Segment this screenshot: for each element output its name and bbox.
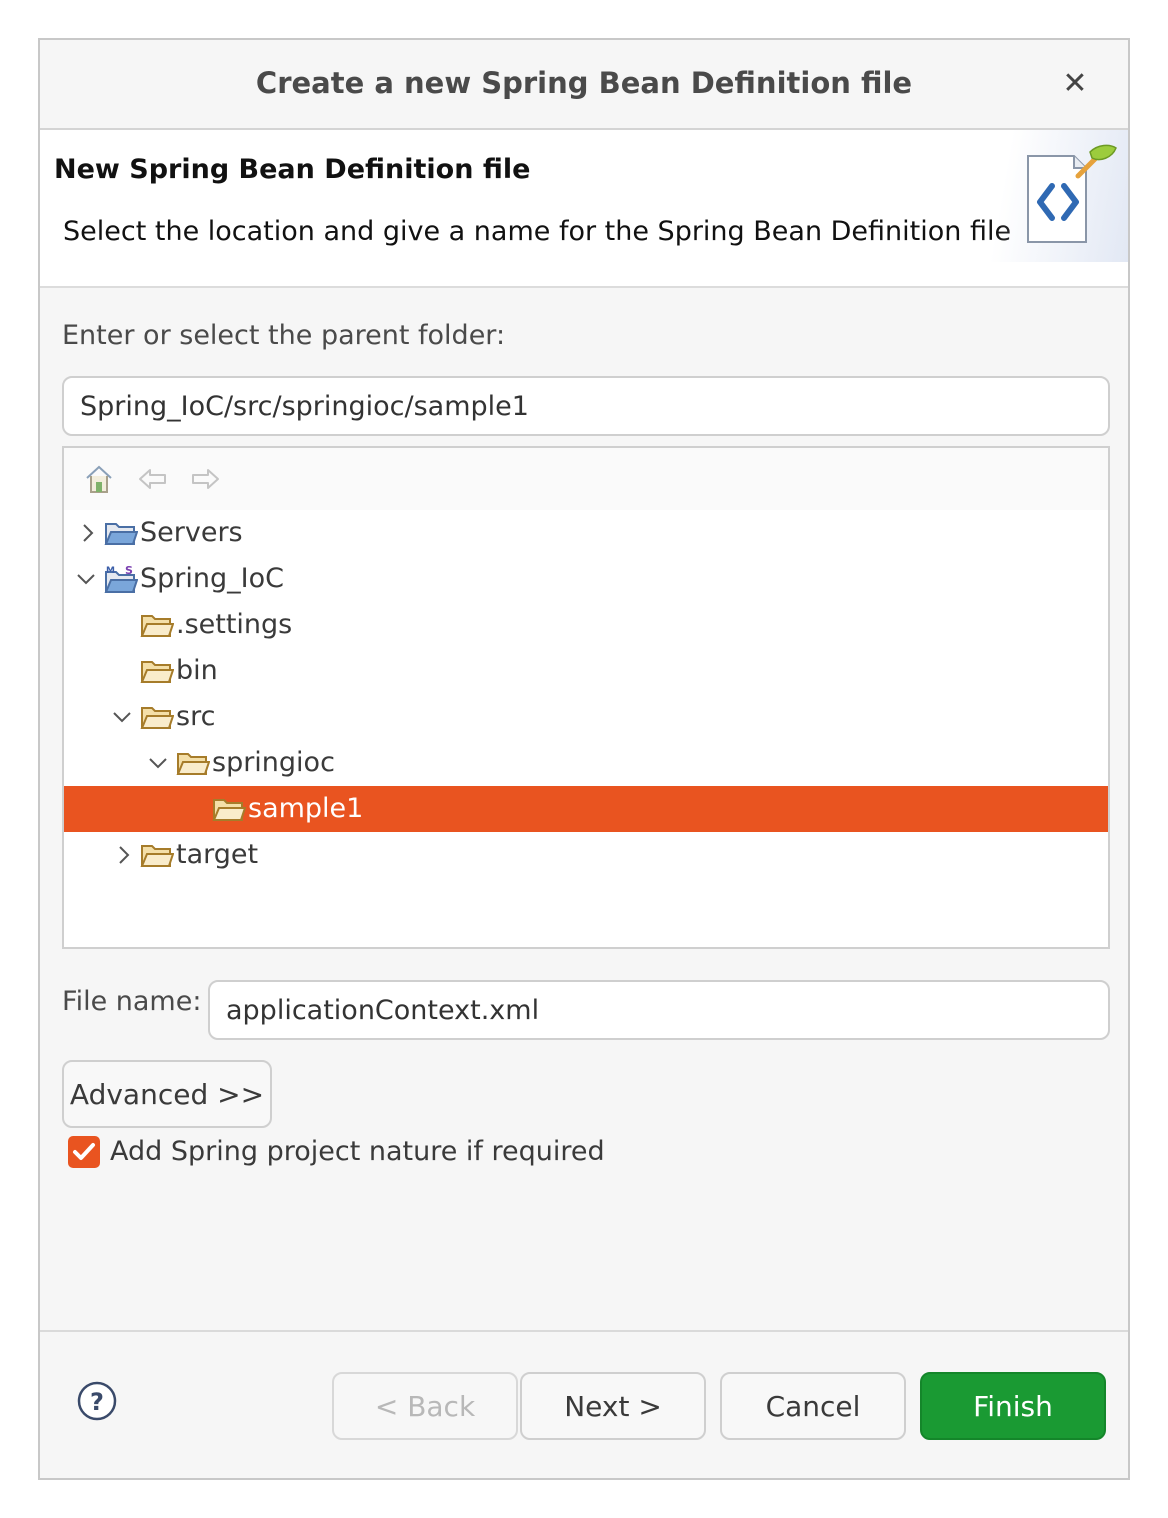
- tree-item-springioc[interactable]: springioc: [64, 740, 1108, 786]
- tree-item-spring-ioc[interactable]: M S Spring_IoC: [64, 556, 1108, 602]
- wizard-banner: [978, 130, 1128, 262]
- spring-bean-xml-icon: [1027, 144, 1117, 243]
- spring-bean-dialog: Create a new Spring Bean Definition file…: [38, 38, 1130, 1480]
- chevron-down-icon[interactable]: [74, 556, 98, 602]
- tree-item-src[interactable]: src: [64, 694, 1108, 740]
- wizard-header-description: Select the location and give a name for …: [63, 216, 1012, 247]
- file-name-input[interactable]: applicationContext.xml: [208, 980, 1110, 1040]
- maven-spring-project-icon: M S: [104, 564, 138, 593]
- wizard-header-title: New Spring Bean Definition file: [54, 154, 531, 185]
- forward-arrow-icon[interactable]: [188, 462, 222, 496]
- chevron-right-icon[interactable]: [112, 832, 136, 878]
- open-project-folder-icon: [104, 523, 138, 545]
- file-name-label: File name:: [62, 986, 202, 1017]
- advanced-button[interactable]: Advanced >>: [62, 1060, 272, 1128]
- footer-divider: [40, 1330, 1128, 1332]
- chevron-down-icon[interactable]: [146, 740, 170, 786]
- cancel-button[interactable]: Cancel: [720, 1372, 906, 1440]
- tree-item-label: springioc: [212, 747, 335, 778]
- svg-text:M: M: [106, 566, 115, 576]
- home-icon[interactable]: [82, 462, 116, 496]
- wizard-header: New Spring Bean Definition file Select t…: [40, 130, 1128, 288]
- back-button[interactable]: < Back: [332, 1372, 518, 1440]
- tree-item-label: target: [176, 839, 259, 870]
- svg-text:S: S: [125, 564, 133, 577]
- help-icon[interactable]: ?: [76, 1380, 118, 1422]
- folder-icon: [140, 845, 174, 867]
- tree-item-label: src: [176, 701, 216, 732]
- chevron-down-icon[interactable]: [110, 694, 134, 740]
- folder-icon: [140, 615, 174, 637]
- tree-item-label: bin: [176, 655, 218, 686]
- tree-item-label: Servers: [140, 517, 243, 548]
- spring-nature-label: Add Spring project nature if required: [110, 1136, 605, 1167]
- title-bar: Create a new Spring Bean Definition file…: [40, 40, 1128, 130]
- tree-item-target[interactable]: target: [64, 832, 1108, 878]
- dialog-title: Create a new Spring Bean Definition file: [255, 66, 913, 100]
- next-button[interactable]: Next >: [520, 1372, 706, 1440]
- spring-nature-checkbox[interactable]: [68, 1136, 100, 1168]
- tree-item-settings[interactable]: .settings: [64, 602, 1108, 648]
- tree-item-label: .settings: [176, 609, 293, 640]
- chevron-right-icon[interactable]: [76, 510, 100, 556]
- parent-folder-input[interactable]: Spring_IoC/src/springioc/sample1: [62, 376, 1110, 436]
- tree-item-servers[interactable]: Servers: [64, 510, 1108, 556]
- folder-icon: [140, 707, 174, 729]
- back-arrow-icon[interactable]: [136, 462, 170, 496]
- tree-toolbar: [64, 448, 1108, 510]
- close-icon[interactable]: ✕: [1058, 64, 1092, 104]
- finish-button[interactable]: Finish: [920, 1372, 1106, 1440]
- tree-item-label: sample1: [248, 793, 364, 824]
- tree-item-sample1[interactable]: sample1: [64, 786, 1108, 832]
- svg-text:?: ?: [90, 1388, 104, 1416]
- folder-icon: [212, 799, 246, 821]
- parent-folder-label: Enter or select the parent folder:: [62, 320, 506, 351]
- folder-icon: [176, 753, 210, 775]
- folder-icon: [140, 661, 174, 683]
- tree-item-bin[interactable]: bin: [64, 648, 1108, 694]
- folder-tree[interactable]: Servers M S Spring_IoC .settings bin src…: [62, 446, 1110, 949]
- checkmark-icon: [73, 1143, 95, 1160]
- tree-item-label: Spring_IoC: [140, 563, 284, 594]
